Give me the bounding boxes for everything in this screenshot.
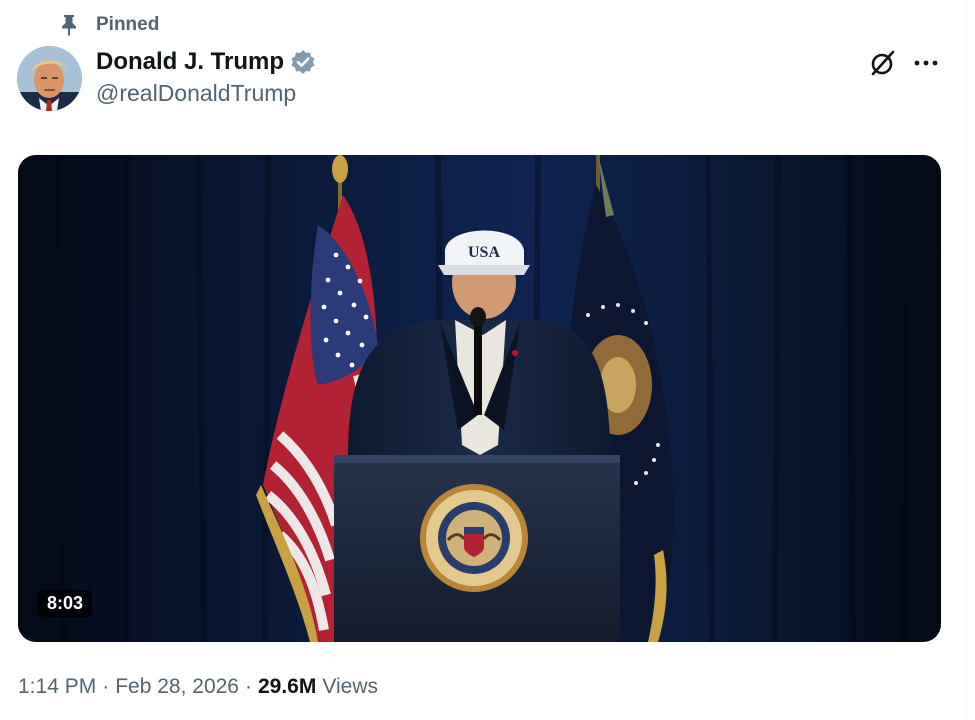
pin-icon — [58, 14, 80, 36]
grok-icon[interactable] — [866, 46, 900, 80]
author-info: Donald J. Trump @realDonaldTrump — [96, 46, 316, 107]
post-time[interactable]: 1:14 PM — [18, 675, 96, 699]
verified-badge-icon — [290, 49, 316, 75]
pinned-label: Pinned — [96, 14, 160, 35]
cap-text: USA — [468, 244, 500, 261]
post-date[interactable]: Feb 28, 2026 — [115, 675, 239, 699]
author-handle[interactable]: @realDonaldTrump — [96, 80, 316, 107]
name-row: Donald J. Trump — [96, 46, 316, 78]
pinned-indicator: Pinned — [58, 12, 159, 38]
meta-separator: · — [244, 675, 252, 698]
video-duration: 8:03 — [38, 590, 93, 617]
podium — [334, 455, 620, 642]
views-label: Views — [322, 675, 378, 698]
meta-separator: · — [102, 675, 110, 698]
tweet-metadata: 1:14 PM · Feb 28, 2026 · 29.6M Views — [18, 673, 378, 701]
author-display-name[interactable]: Donald J. Trump — [96, 48, 284, 76]
avatar[interactable] — [17, 46, 82, 111]
column-divider — [966, 0, 967, 720]
views-count: 29.6M — [257, 675, 317, 698]
video-player[interactable]: USA 8:03 — [18, 155, 941, 642]
video-frame: USA — [18, 155, 941, 642]
more-options-icon[interactable] — [910, 48, 942, 78]
